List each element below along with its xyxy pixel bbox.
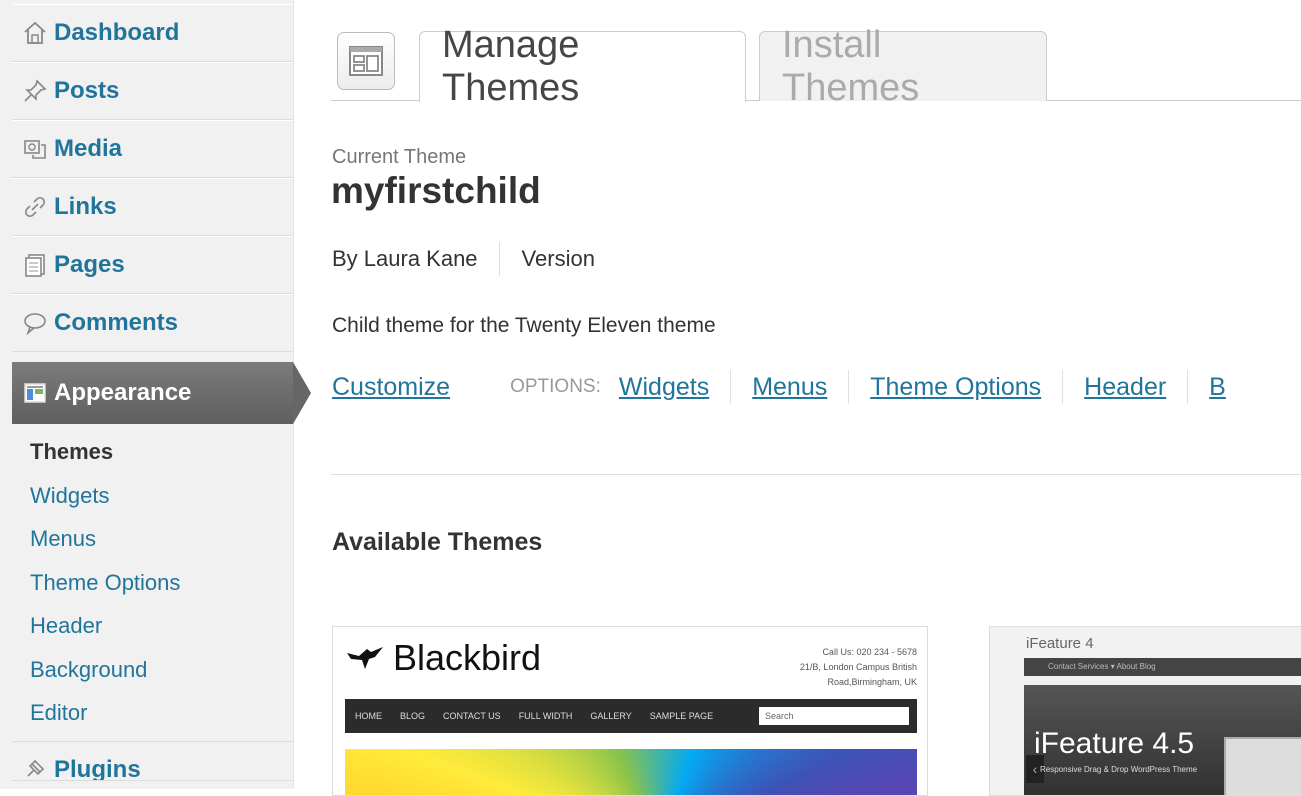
submenu-background[interactable]: Background: [12, 648, 293, 692]
theme-version: Version: [521, 246, 595, 271]
nav-item: CONTACT US: [443, 711, 501, 721]
menu-item-appearance[interactable]: Appearance: [12, 362, 311, 424]
submenu-widgets[interactable]: Widgets: [12, 474, 293, 518]
divider: [848, 370, 850, 404]
menu-label: Dashboard: [54, 19, 180, 46]
current-theme-meta: By Laura Kane Version: [332, 242, 595, 276]
nav-item: SAMPLE PAGE: [649, 711, 714, 721]
option-theme-options-link[interactable]: Theme Options: [870, 373, 1041, 402]
submenu-menus[interactable]: Menus: [12, 517, 293, 561]
media-icon: [16, 136, 54, 162]
appearance-submenu: Themes Widgets Menus Theme Options Heade…: [12, 424, 293, 735]
customize-link[interactable]: Customize: [332, 373, 450, 402]
device-screenshot-image: [1224, 737, 1301, 795]
ifeature-hero: ‹ iFeature 4.5 Responsive Drag & Drop Wo…: [1024, 685, 1301, 795]
option-widgets-link[interactable]: Widgets: [619, 373, 709, 402]
menu-item-plugins[interactable]: Plugins: [12, 740, 293, 781]
theme-description: Child theme for the Twenty Eleven theme: [332, 314, 716, 337]
theme-options-row: Customize OPTIONS: Widgets Menus Theme O…: [332, 370, 1226, 404]
preview-search-box: Search: [759, 707, 909, 725]
menu-item-comments[interactable]: Comments: [12, 294, 293, 352]
divider: [498, 242, 500, 276]
divider: [1187, 370, 1189, 404]
available-themes-heading: Available Themes: [332, 528, 543, 556]
nav-item: BLOG: [400, 711, 426, 721]
tab-manage-themes[interactable]: Manage Themes: [419, 24, 746, 109]
contact-line: 21/B, London Campus British: [799, 662, 917, 672]
options-label: OPTIONS:: [510, 376, 601, 397]
current-theme-name: myfirstchild: [331, 170, 541, 211]
contact-line: Call Us: 020 234 - 5678: [822, 647, 917, 657]
logo-text: Blackbird: [393, 637, 542, 678]
menu-item-media[interactable]: Media: [12, 120, 293, 178]
admin-menu: Dashboard Posts Media Links Pages Commen…: [12, 0, 311, 781]
theme-card-blackbird[interactable]: Blackbird Call Us: 020 234 - 5678 21/B, …: [332, 626, 928, 796]
menu-label: Media: [54, 135, 123, 162]
option-menus-link[interactable]: Menus: [752, 373, 827, 402]
menu-label: Comments: [54, 309, 179, 336]
plug-icon: [16, 756, 54, 780]
admin-sidebar: Dashboard Posts Media Links Pages Commen…: [0, 0, 311, 789]
menu-item-pages[interactable]: Pages: [12, 236, 293, 294]
ifeature-nav: Contact Services ▾ About Blog: [1024, 658, 1301, 676]
nav-item: FULL WIDTH: [518, 711, 573, 721]
section-divider: [331, 474, 1301, 475]
link-icon: [16, 194, 54, 220]
divider: [730, 370, 732, 404]
ifeature-tagline: Responsive Drag & Drop WordPress Theme: [1040, 765, 1198, 774]
contact-line: Road,Birmingham, UK: [827, 677, 917, 687]
submenu-header[interactable]: Header: [12, 604, 293, 648]
blackbird-logo: Blackbird: [345, 637, 541, 679]
current-theme-label: Current Theme: [332, 146, 467, 168]
theme-card-ifeature[interactable]: iFeature 4 Contact Services ▾ About Blog…: [989, 626, 1301, 796]
tab-install-themes[interactable]: Install Themes: [759, 24, 1047, 109]
menu-label: Posts: [54, 77, 120, 104]
pushpin-icon: [16, 78, 54, 104]
submenu-themes[interactable]: Themes: [12, 430, 293, 474]
menu-item-dashboard[interactable]: Dashboard: [12, 4, 293, 62]
menu-item-links[interactable]: Links: [12, 178, 293, 236]
submenu-editor[interactable]: Editor: [12, 691, 293, 735]
menu-label: Pages: [54, 251, 125, 278]
submenu-theme-options[interactable]: Theme Options: [12, 561, 293, 605]
menu-item-posts[interactable]: Posts: [12, 62, 293, 120]
main-content: Manage Themes Install Themes Current The…: [293, 0, 1301, 796]
appearance-icon: [16, 380, 54, 406]
menu-label: Appearance: [54, 379, 192, 406]
divider: [1062, 370, 1064, 404]
themes-page-icon: [337, 32, 395, 90]
ifeature-headline: iFeature 4.5: [1034, 727, 1195, 760]
bird-icon: [347, 647, 383, 669]
pages-icon: [16, 252, 54, 278]
nav-item: HOME: [355, 711, 382, 721]
comment-bubble-icon: [16, 310, 54, 336]
option-header-link[interactable]: Header: [1084, 373, 1166, 402]
theme-author: By Laura Kane: [332, 246, 478, 271]
menu-label: Plugins: [54, 755, 141, 781]
option-background-link[interactable]: B: [1209, 373, 1226, 402]
blackbird-contact: Call Us: 020 234 - 5678 21/B, London Cam…: [800, 645, 917, 690]
dashboard-icon: [16, 20, 54, 46]
ifeature-title: iFeature 4: [1026, 635, 1094, 652]
menu-label: Links: [54, 193, 117, 220]
blackbird-nav: HOME BLOG CONTACT US FULL WIDTH GALLERY …: [345, 699, 917, 733]
nav-item: GALLERY: [590, 711, 632, 721]
